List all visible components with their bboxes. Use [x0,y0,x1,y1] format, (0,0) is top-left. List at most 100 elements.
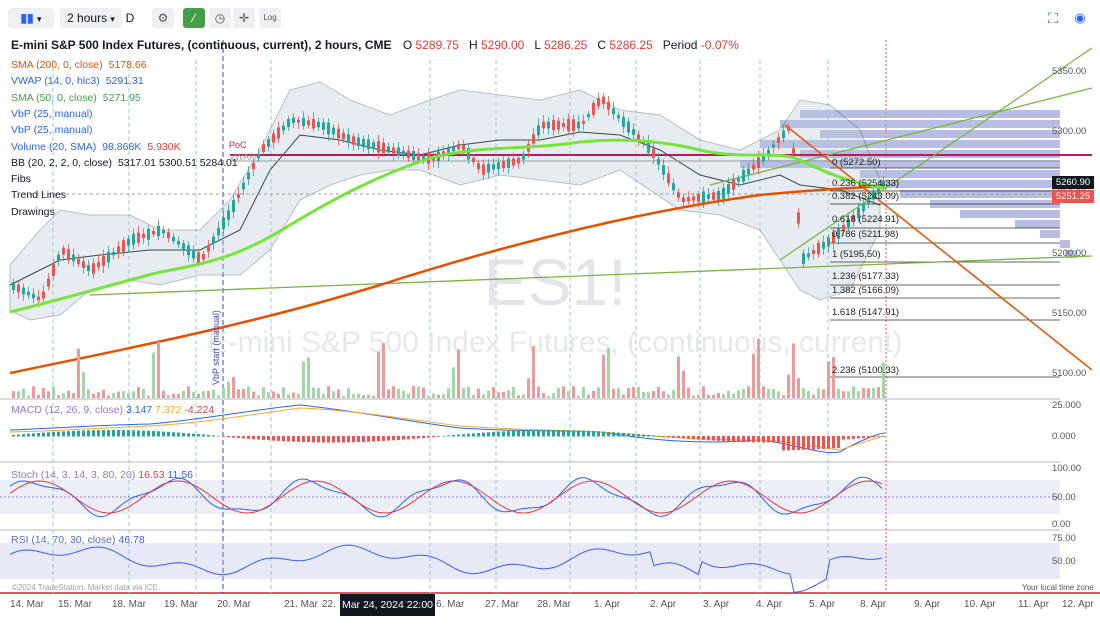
fib-label: 0.236 (5254.33) [832,178,900,189]
legend-item[interactable]: SMA (50, 0, close) 5271.95 [11,90,141,106]
volume-bar [342,395,345,398]
macd-hist-bar [622,432,625,437]
rsi-axis-75: 75.00 [1052,533,1076,544]
candle-body [52,264,55,276]
candle-body [542,121,545,129]
volume-bar [592,390,595,398]
vbp-start-label: VbP start (manual) [211,310,221,385]
volume-bar [367,394,370,398]
volume-bar [857,391,860,398]
volume-bar [197,393,200,398]
macd-hist-bar [547,430,550,437]
date-tick: 22. [322,599,336,610]
volume-bar [687,387,690,398]
candle-body [607,101,610,110]
candle-body [317,121,320,128]
chart-canvas[interactable]: ES1! E-mini S&P 500 Index Futures, (cont… [0,0,1100,627]
candle-body [387,146,390,153]
candle-body [287,118,290,128]
volume-bar [537,386,540,398]
macd-hist-bar [117,430,120,437]
macd-hist-bar [232,436,235,438]
candle-body [332,127,335,135]
volume-bar [512,386,515,398]
date-tick: 9. Apr [914,599,941,610]
copyright: ©2024 TradeStation. Market data via ICE. [12,583,161,592]
volume-bar [447,388,450,398]
volume-bar [77,348,80,398]
candle-body [827,237,830,247]
volume-bar [352,394,355,398]
legend-item[interactable]: Drawings [11,204,55,220]
volume-bar [532,346,535,398]
macd-hist-bar [27,433,30,437]
candle-body [797,212,800,224]
legend-item[interactable]: BB (20, 2, 2, 0, close) 5317.01 5300.51 5… [11,155,238,171]
period-value: -0.07% [700,38,739,52]
legend-name: Fibs [11,173,31,186]
macd-hist-bar [82,430,85,437]
legend-item[interactable]: VbP (25, manual) [11,122,93,138]
macd-hist-bar [482,432,485,437]
macd-hist-bar [787,436,790,451]
legend-item[interactable]: Fibs [11,171,31,187]
date-tick: 2. Apr [650,599,677,610]
macd-hist-bar [747,436,750,443]
candle-body [557,120,560,130]
volume-bar [842,391,845,398]
volume-bar [187,386,190,398]
macd-hist-bar [172,432,175,437]
macd-hist-bar [42,432,45,437]
volume-bar [712,394,715,398]
macd-hist-bar [237,436,240,438]
macd-hist-bar [502,431,505,437]
macd-hist-bar [202,434,205,437]
candle-body [482,164,485,175]
candle-body [352,136,355,145]
legend-item[interactable]: SMA (200, 0, close) 5178.66 [11,57,147,73]
candle-body [277,127,280,139]
volume-bar [347,388,350,398]
macd-hist-bar [552,430,555,437]
candle-body [507,158,510,168]
bollinger-bands [9,81,881,321]
volume-bar [837,388,840,398]
legend-item[interactable]: Volume (20, SMA) 98.868K 5.930K [11,139,181,155]
volume-bar [137,386,140,398]
candle-body [727,183,730,194]
legend-item[interactable]: Trend Lines [11,187,66,203]
volume-bar [702,386,705,398]
local-time-label[interactable]: Your local time zone [1022,583,1094,592]
volume-bar [662,391,665,398]
volume-bar [832,357,835,398]
candle-body [787,126,790,131]
legend-item[interactable]: VWAP (14, 0, hlc3) 5291.31 [11,73,144,89]
candle-body [217,227,220,236]
candle-body [587,114,590,118]
volume-bar [102,389,105,398]
macd-hist-bar [567,430,570,437]
macd-hist-bar [347,436,350,443]
volume-bar [377,351,380,398]
legend-value: 5178.66 [108,59,147,71]
candle-body [382,142,385,154]
candle-body [817,243,820,255]
candle-body [767,149,770,155]
volume-bar [612,388,615,398]
volume-bar [827,361,830,398]
candle-body [537,125,540,136]
macd-hist-bar [97,430,100,437]
legend-item[interactable]: VbP (25, manual) [11,106,93,122]
macd-hist-bar [797,436,800,451]
volume-bar [582,386,585,398]
volume-bar [807,391,810,398]
open-label: O [402,38,413,52]
candle-body [182,243,185,250]
volume-bar [387,389,390,398]
date-tick: 10. Apr [964,599,996,610]
macd-hist-bar [522,430,525,437]
macd-hist-bar [732,436,735,442]
macd-hist-bar [667,436,670,438]
macd-hist-bar [862,436,865,438]
candle-body [547,121,550,129]
